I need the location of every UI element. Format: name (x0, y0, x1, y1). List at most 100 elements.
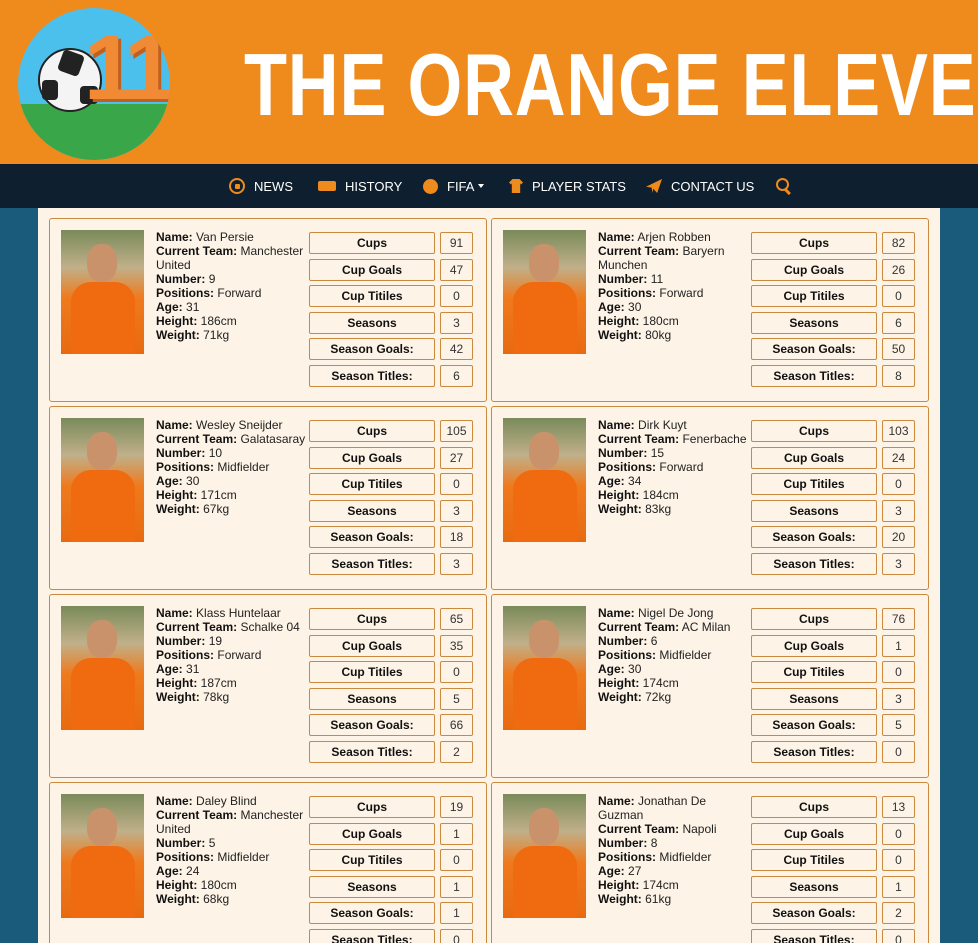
stat-cups-button[interactable]: Cups (751, 608, 877, 630)
player-photo[interactable] (503, 794, 586, 918)
stat-cups-button[interactable]: Cups (309, 608, 435, 630)
photo-shirt (513, 282, 577, 354)
stat-cup-titles-button[interactable]: Cup Titiles (309, 473, 435, 495)
stat-seasons-button[interactable]: Seasons (309, 875, 435, 898)
stat-cup-titles-button[interactable]: Cup Titiles (309, 849, 435, 871)
info-label: Weight: (156, 892, 200, 906)
info-value: Napoli (682, 822, 717, 836)
player-photo[interactable] (503, 606, 586, 730)
info-label: Height: (156, 878, 198, 892)
stat-season-goals-value: 2 (882, 902, 915, 924)
nav-label-history: HISTORY (345, 178, 403, 194)
stat-seasons-button[interactable]: Seasons (309, 687, 435, 710)
info-label: Age: (156, 662, 183, 676)
site-logo[interactable]: 11 (18, 8, 170, 160)
stat-season-goals-button[interactable]: Season Goals: (751, 526, 877, 548)
stat-cups-button[interactable]: Cups (309, 232, 435, 254)
stat-row: Cup Titiles 0 (309, 473, 475, 500)
stat-cup-goals-button[interactable]: Cup Goals (751, 258, 877, 281)
stat-cup-goals-button[interactable]: Cup Goals (309, 446, 435, 469)
info-height: Height: 171cm (156, 488, 312, 502)
stat-cup-titles-button[interactable]: Cup Titiles (309, 285, 435, 307)
stat-season-titles-button[interactable]: Season Titles: (309, 552, 435, 575)
stat-season-goals-button[interactable]: Season Goals: (309, 714, 435, 736)
stat-row: Cup Goals 1 (309, 822, 475, 850)
nav-item-news[interactable]: NEWS (229, 164, 293, 208)
stat-season-goals-button[interactable]: Season Goals: (751, 902, 877, 924)
stat-season-titles-button[interactable]: Season Titles: (309, 740, 435, 763)
stat-cups-button[interactable]: Cups (751, 420, 877, 442)
stat-seasons-button[interactable]: Seasons (751, 875, 877, 898)
stat-cup-goals-button[interactable]: Cup Goals (751, 822, 877, 845)
player-photo[interactable] (61, 794, 144, 918)
stat-seasons-button[interactable]: Seasons (309, 499, 435, 522)
stat-cup-titles-button[interactable]: Cup Titiles (751, 661, 877, 683)
stat-season-titles-button[interactable]: Season Titles: (751, 928, 877, 943)
stat-cups-value: 13 (882, 796, 915, 818)
info-age: Age: 24 (156, 864, 312, 878)
player-photo[interactable] (61, 606, 144, 730)
stat-cup-goals-button[interactable]: Cup Goals (309, 634, 435, 657)
player-photo[interactable] (61, 230, 144, 354)
stat-cup-goals-button[interactable]: Cup Goals (309, 822, 435, 845)
stat-season-goals-button[interactable]: Season Goals: (751, 338, 877, 360)
info-age: Age: 30 (156, 474, 312, 488)
stat-cup-goals-button[interactable]: Cup Goals (751, 446, 877, 469)
stat-seasons-button[interactable]: Seasons (309, 311, 435, 334)
info-positions: Positions: Midfielder (598, 850, 754, 864)
info-positions: Positions: Forward (598, 286, 754, 300)
player-photo[interactable] (61, 418, 144, 542)
info-value: 30 (628, 300, 642, 314)
info-value: 186cm (200, 314, 237, 328)
stat-season-goals-button[interactable]: Season Goals: (309, 902, 435, 924)
nav-item-history[interactable]: HISTORY (318, 164, 402, 208)
nav-item-contact-us[interactable]: CONTACT US (646, 164, 754, 208)
stat-seasons-button[interactable]: Seasons (751, 311, 877, 334)
info-value: 78kg (203, 690, 230, 704)
stat-cups-button[interactable]: Cups (309, 796, 435, 818)
stat-cup-titles-button[interactable]: Cup Titiles (751, 849, 877, 871)
info-value: 68kg (203, 892, 230, 906)
info-label: Age: (598, 474, 625, 488)
stat-cup-goals-button[interactable]: Cup Goals (751, 634, 877, 657)
stat-cup-titles-button[interactable]: Cup Titiles (309, 661, 435, 683)
info-height: Height: 174cm (598, 676, 754, 690)
info-weight: Weight: 72kg (598, 690, 754, 704)
stat-season-titles-value: 8 (882, 364, 915, 387)
info-positions: Positions: Forward (598, 460, 754, 474)
stat-cup-titles-button[interactable]: Cup Titiles (751, 473, 877, 495)
stat-cups-button[interactable]: Cups (751, 796, 877, 818)
stat-row: Season Goals: 5 (751, 714, 917, 741)
nav-item-fifa[interactable]: FIFA (423, 164, 485, 208)
stat-cups-button[interactable]: Cups (751, 232, 877, 254)
stat-season-titles-button[interactable]: Season Titles: (309, 928, 435, 943)
stat-season-goals-button[interactable]: Season Goals: (309, 338, 435, 360)
info-team: Current Team: Manchester United (156, 244, 312, 272)
stat-cup-goals-button[interactable]: Cup Goals (309, 258, 435, 281)
info-value: Forward (659, 460, 704, 474)
stat-cup-titles-button[interactable]: Cup Titiles (751, 285, 877, 307)
info-label: Weight: (156, 690, 200, 704)
stat-season-titles-button[interactable]: Season Titles: (751, 740, 877, 763)
player-photo[interactable] (503, 418, 586, 542)
stat-season-titles-button[interactable]: Season Titles: (751, 552, 877, 575)
info-value: 27 (628, 864, 642, 878)
info-label: Weight: (156, 328, 200, 342)
nav-search[interactable] (776, 164, 801, 208)
stat-season-goals-button[interactable]: Season Goals: (309, 526, 435, 548)
nav-item-player-stats[interactable]: PLAYER STATS (509, 164, 626, 208)
stat-season-goals-button[interactable]: Season Goals: (751, 714, 877, 736)
stat-seasons-button[interactable]: Seasons (751, 687, 877, 710)
stat-season-titles-button[interactable]: Season Titles: (751, 364, 877, 387)
info-value: 61kg (645, 892, 672, 906)
stat-seasons-button[interactable]: Seasons (751, 499, 877, 522)
stat-cups-value: 105 (440, 420, 473, 442)
info-weight: Weight: 83kg (598, 502, 754, 516)
stat-cups-button[interactable]: Cups (309, 420, 435, 442)
player-card: Name: Daley Blind Current Team: Mancheste… (49, 782, 487, 943)
photo-head (87, 432, 117, 470)
player-photo[interactable] (503, 230, 586, 354)
info-number: Number: 8 (598, 836, 754, 850)
stat-row: Season Goals: 66 (309, 714, 475, 741)
stat-season-titles-button[interactable]: Season Titles: (309, 364, 435, 387)
